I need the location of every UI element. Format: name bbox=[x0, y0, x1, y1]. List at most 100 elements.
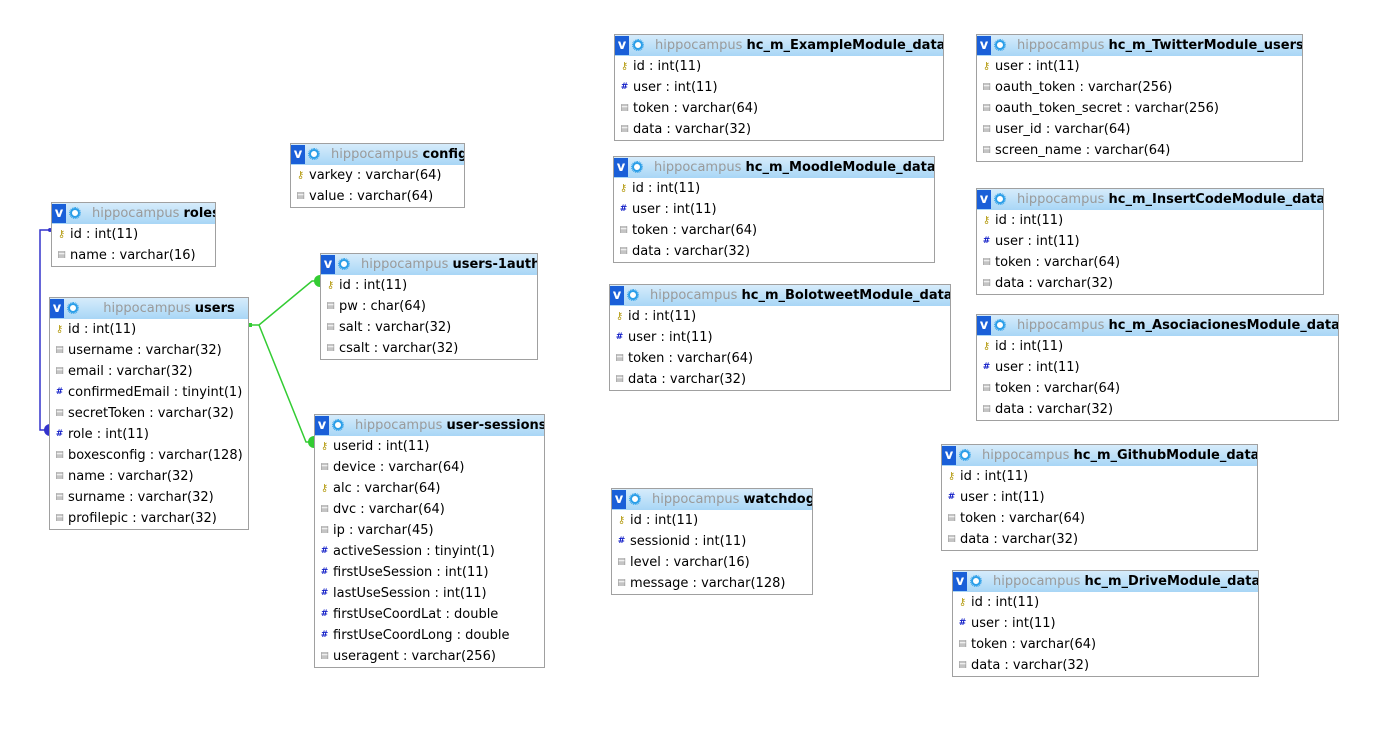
column-row[interactable]: ⚷ id : int(11) bbox=[321, 275, 537, 296]
column-row[interactable]: ▤ data : varchar(32) bbox=[977, 399, 1338, 420]
column-row[interactable]: # sessionid : int(11) bbox=[612, 531, 812, 552]
column-row[interactable]: ▤ useragent : varchar(256) bbox=[315, 646, 544, 667]
column-row[interactable]: ▤ oauth_token_secret : varchar(256) bbox=[977, 98, 1302, 119]
column-row[interactable]: ▤ secretToken : varchar(32) bbox=[50, 403, 248, 424]
table-usersessions[interactable]: v hippocampus user-sessions ⚷ userid : int(… bbox=[314, 414, 545, 668]
column-row[interactable]: ▤ data : varchar(32) bbox=[614, 241, 934, 262]
table-moodle[interactable]: v hippocampus hc_m_MoodleModule_data ⚷ id :… bbox=[613, 156, 935, 263]
column-row[interactable]: ▤ boxesconfig : varchar(128) bbox=[50, 445, 248, 466]
column-row[interactable]: ⚷ user : int(11) bbox=[977, 56, 1302, 77]
table-header[interactable]: v hippocampus watchdog bbox=[612, 489, 812, 510]
column-row[interactable]: ▤ dvc : varchar(64) bbox=[315, 499, 544, 520]
gear-icon[interactable] bbox=[332, 419, 344, 431]
column-row[interactable]: ▤ data : varchar(32) bbox=[610, 369, 950, 390]
table-twitter[interactable]: v hippocampus hc_m_TwitterModule_users ⚷ us… bbox=[976, 34, 1303, 162]
table-example[interactable]: v hippocampus hc_m_ExampleModule_data ⚷ id … bbox=[614, 34, 944, 141]
toggle-columns-icon[interactable]: v bbox=[977, 36, 991, 55]
column-row[interactable]: ⚷ id : int(11) bbox=[614, 178, 934, 199]
column-row[interactable]: ▤ username : varchar(32) bbox=[50, 340, 248, 361]
column-row[interactable]: ▤ message : varchar(128) bbox=[612, 573, 812, 594]
column-row[interactable]: # user : int(11) bbox=[942, 487, 1257, 508]
table-header[interactable]: v hippocampus hc_m_BolotweetModule_data bbox=[610, 285, 950, 306]
table-roles[interactable]: v hippocampus roles ⚷ id : int(11) ▤ name : v… bbox=[51, 202, 216, 267]
gear-icon[interactable] bbox=[959, 449, 971, 461]
column-row[interactable]: ▤ data : varchar(32) bbox=[953, 655, 1258, 676]
column-row[interactable]: ⚷ id : int(11) bbox=[610, 306, 950, 327]
table-watchdog[interactable]: v hippocampus watchdog ⚷ id : int(11) # sessi… bbox=[611, 488, 813, 595]
table-header[interactable]: v hippocampus user-sessions bbox=[315, 415, 544, 436]
column-row[interactable]: # user : int(11) bbox=[615, 77, 943, 98]
table-insertcode[interactable]: v hippocampus hc_m_InsertCodeModule_data ⚷… bbox=[976, 188, 1324, 295]
table-header[interactable]: v hippocampus config bbox=[291, 144, 464, 165]
column-row[interactable]: ▤ token : varchar(64) bbox=[942, 508, 1257, 529]
column-row[interactable]: ▤ user_id : varchar(64) bbox=[977, 119, 1302, 140]
table-asociaciones[interactable]: v hippocampus hc_m_AsociacionesModule_dat… bbox=[976, 314, 1339, 421]
toggle-columns-icon[interactable]: v bbox=[612, 490, 626, 509]
column-row[interactable]: # lastUseSession : int(11) bbox=[315, 583, 544, 604]
column-row[interactable]: # user : int(11) bbox=[977, 357, 1338, 378]
toggle-columns-icon[interactable]: v bbox=[52, 204, 66, 223]
gear-icon[interactable] bbox=[631, 161, 643, 173]
column-row[interactable]: ⚷ varkey : varchar(64) bbox=[291, 165, 464, 186]
gear-icon[interactable] bbox=[629, 493, 641, 505]
toggle-columns-icon[interactable]: v bbox=[610, 286, 624, 305]
column-row[interactable]: ▤ salt : varchar(32) bbox=[321, 317, 537, 338]
table-header[interactable]: v hippocampus users-1auth bbox=[321, 254, 537, 275]
gear-icon[interactable] bbox=[970, 575, 982, 587]
gear-icon[interactable] bbox=[632, 39, 644, 51]
column-row[interactable]: ▤ data : varchar(32) bbox=[942, 529, 1257, 550]
column-row[interactable]: ⚷ id : int(11) bbox=[52, 224, 215, 245]
toggle-columns-icon[interactable]: v bbox=[977, 190, 991, 209]
table-header[interactable]: v hippocampus hc_m_ExampleModule_data bbox=[615, 35, 943, 56]
toggle-columns-icon[interactable]: v bbox=[321, 255, 335, 274]
toggle-columns-icon[interactable]: v bbox=[614, 158, 628, 177]
table-header[interactable]: v hippocampus hc_m_TwitterModule_users bbox=[977, 35, 1302, 56]
column-row[interactable]: ▤ surname : varchar(32) bbox=[50, 487, 248, 508]
column-row[interactable]: # firstUseSession : int(11) bbox=[315, 562, 544, 583]
column-row[interactable]: ▤ token : varchar(64) bbox=[610, 348, 950, 369]
column-row[interactable]: # user : int(11) bbox=[610, 327, 950, 348]
column-row[interactable]: ▤ token : varchar(64) bbox=[977, 252, 1323, 273]
table-users1auth[interactable]: v hippocampus users-1auth ⚷ id : int(11) ▤ pw… bbox=[320, 253, 538, 360]
toggle-columns-icon[interactable]: v bbox=[291, 145, 305, 164]
column-row[interactable]: # firstUseCoordLat : double bbox=[315, 604, 544, 625]
table-header[interactable]: v hippocampus hc_m_GithubModule_data bbox=[942, 445, 1257, 466]
column-row[interactable]: ⚷ id : int(11) bbox=[615, 56, 943, 77]
table-header[interactable]: v hippocampus hc_m_MoodleModule_data bbox=[614, 157, 934, 178]
column-row[interactable]: # user : int(11) bbox=[977, 231, 1323, 252]
column-row[interactable]: ⚷ id : int(11) bbox=[977, 336, 1338, 357]
column-row[interactable]: # confirmedEmail : tinyint(1) bbox=[50, 382, 248, 403]
column-row[interactable]: ⚷ id : int(11) bbox=[612, 510, 812, 531]
table-users[interactable]: v hippocampus users ⚷ id : int(11) ▤ username… bbox=[49, 297, 249, 530]
toggle-columns-icon[interactable]: v bbox=[977, 316, 991, 335]
column-row[interactable]: ▤ screen_name : varchar(64) bbox=[977, 140, 1302, 161]
column-row[interactable]: ⚷ id : int(11) bbox=[977, 210, 1323, 231]
column-row[interactable]: ▤ name : varchar(32) bbox=[50, 466, 248, 487]
column-row[interactable]: ▤ csalt : varchar(32) bbox=[321, 338, 537, 359]
column-row[interactable]: ▤ profilepic : varchar(32) bbox=[50, 508, 248, 529]
table-github[interactable]: v hippocampus hc_m_GithubModule_data ⚷ id :… bbox=[941, 444, 1258, 551]
column-row[interactable]: ▤ token : varchar(64) bbox=[614, 220, 934, 241]
relation-users-users1auth[interactable] bbox=[249, 280, 320, 326]
column-row[interactable]: ⚷ id : int(11) bbox=[50, 319, 248, 340]
column-row[interactable]: ▤ device : varchar(64) bbox=[315, 457, 544, 478]
table-header[interactable]: v hippocampus hc_m_AsociacionesModule_dat… bbox=[977, 315, 1338, 336]
gear-icon[interactable] bbox=[69, 207, 81, 219]
gear-icon[interactable] bbox=[994, 193, 1006, 205]
gear-icon[interactable] bbox=[308, 148, 320, 160]
table-config[interactable]: v hippocampus config ⚷ varkey : varchar(64)… bbox=[290, 143, 465, 208]
toggle-columns-icon[interactable]: v bbox=[615, 36, 629, 55]
column-row[interactable]: # activeSession : tinyint(1) bbox=[315, 541, 544, 562]
table-header[interactable]: v hippocampus hc_m_InsertCodeModule_data bbox=[977, 189, 1323, 210]
column-row[interactable]: ▤ value : varchar(64) bbox=[291, 186, 464, 207]
column-row[interactable]: ▤ name : varchar(16) bbox=[52, 245, 215, 266]
column-row[interactable]: ⚷ id : int(11) bbox=[942, 466, 1257, 487]
relation-users-usersessions[interactable] bbox=[258, 324, 314, 443]
column-row[interactable]: ⚷ userid : int(11) bbox=[315, 436, 544, 457]
toggle-columns-icon[interactable]: v bbox=[315, 416, 329, 435]
column-row[interactable]: ▤ level : varchar(16) bbox=[612, 552, 812, 573]
column-row[interactable]: # role : int(11) bbox=[50, 424, 248, 445]
table-header[interactable]: v hippocampus users bbox=[50, 298, 248, 319]
gear-icon[interactable] bbox=[627, 289, 639, 301]
gear-icon[interactable] bbox=[994, 319, 1006, 331]
